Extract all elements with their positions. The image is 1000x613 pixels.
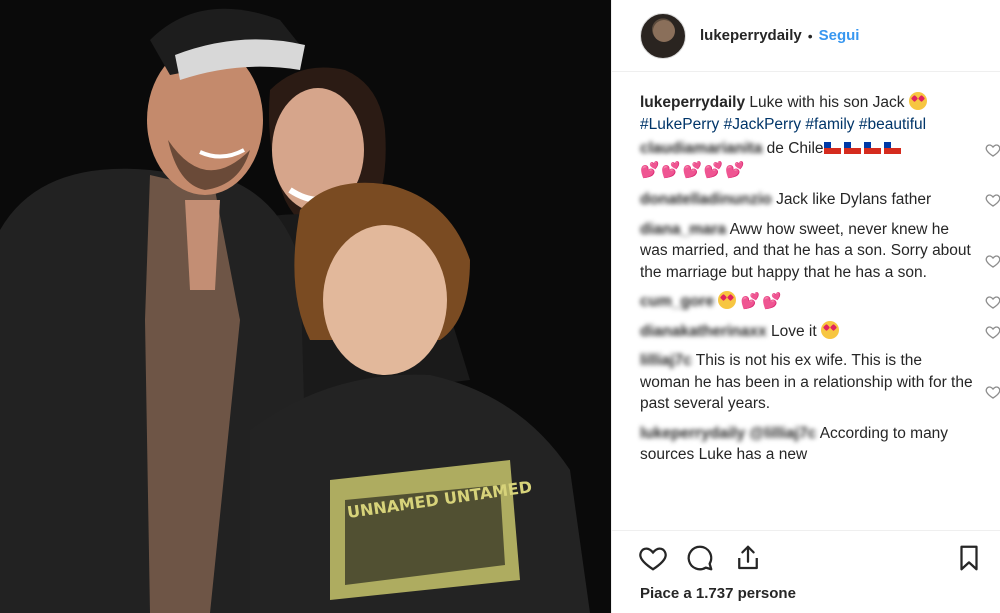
follow-button[interactable]: Segui xyxy=(819,27,860,44)
comment-item: diana_mara Aww how sweet, never knew he … xyxy=(640,219,1000,284)
comment-username[interactable]: diana_mara xyxy=(640,221,726,238)
post-photo[interactable]: UNNAMED UNTAMED xyxy=(0,0,611,613)
chile-flag-icon xyxy=(843,142,861,154)
bookmark-icon[interactable] xyxy=(954,543,984,573)
pink-hearts-emoji-icon: 💕💕 xyxy=(740,293,784,310)
comment-like-heart-icon[interactable] xyxy=(985,294,1000,310)
heart-icon[interactable] xyxy=(638,543,668,573)
post-actions: Piace a 1.737 persone xyxy=(612,530,1000,613)
comment-icon[interactable] xyxy=(685,543,715,573)
comment-like-heart-icon[interactable] xyxy=(985,192,1000,208)
heart-eyes-emoji-icon xyxy=(718,291,737,309)
pink-hearts-emoji-icon: 💕💕💕💕💕 xyxy=(640,161,747,179)
hashtag-lukeperry[interactable]: #LukePerry xyxy=(640,116,719,133)
hashtag-family[interactable]: #family xyxy=(805,116,854,133)
comment-like-heart-icon[interactable] xyxy=(985,142,1000,158)
comment-username[interactable]: claudiamarianita xyxy=(640,140,762,157)
chile-flag-icon xyxy=(823,142,841,154)
comment-item: lilliaj7c This is not his ex wife. This … xyxy=(640,350,1000,415)
hashtag-jackperry[interactable]: #JackPerry xyxy=(724,116,802,133)
likes-count[interactable]: Piace a 1.737 persone xyxy=(640,585,796,602)
comment-username[interactable]: lilliaj7c xyxy=(640,352,692,369)
comment-item: dianakatherinaxx Love it xyxy=(640,320,1000,343)
post-header: lukeperrydaily • Segui xyxy=(612,0,1000,72)
comment-text: Love it xyxy=(770,322,817,340)
comment-username[interactable]: dianakatherinaxx xyxy=(640,323,767,340)
caption-text: Luke with his son Jack xyxy=(749,94,905,111)
comment-item: claudiamarianita de Chile 💕💕💕💕💕 xyxy=(640,138,1000,181)
comment-username[interactable]: lukeperrydaily @lilliaj7c xyxy=(640,425,816,442)
post-caption: lukeperrydaily Luke with his son Jack #L… xyxy=(640,92,970,136)
post-side-panel: lukeperrydaily • Segui lukeperrydaily Lu… xyxy=(611,0,1000,613)
caption-username[interactable]: lukeperrydaily xyxy=(640,94,745,111)
comment-text: de Chile xyxy=(766,140,824,157)
chile-flag-icon xyxy=(883,142,901,154)
heart-eyes-emoji-icon xyxy=(908,92,927,114)
comment-item: lukeperrydaily @lilliaj7c According to m… xyxy=(640,423,975,466)
header-separator: • xyxy=(807,27,813,44)
comment-like-heart-icon[interactable] xyxy=(985,253,1000,269)
comment-like-heart-icon[interactable] xyxy=(985,324,1000,340)
comment-item: donatelladinunzio Jack like Dylans fathe… xyxy=(640,189,1000,211)
share-icon[interactable] xyxy=(733,543,763,573)
comment-username[interactable]: cum_gore xyxy=(640,293,714,310)
comment-text: Jack like Dylans father xyxy=(776,191,932,208)
action-icons xyxy=(638,543,984,575)
comment-item: cum_gore 💕💕 xyxy=(640,291,1000,313)
hashtag-beautiful[interactable]: #beautiful xyxy=(859,116,926,133)
heart-eyes-emoji-icon xyxy=(820,320,839,339)
comment-username[interactable]: donatelladinunzio xyxy=(640,191,772,208)
comment-like-heart-icon[interactable] xyxy=(985,384,1000,400)
chile-flag-icon xyxy=(863,142,881,154)
profile-avatar[interactable] xyxy=(640,12,686,59)
header-username[interactable]: lukeperrydaily xyxy=(700,27,802,44)
comments-list[interactable]: lukeperrydaily Luke with his son Jack #L… xyxy=(612,72,1000,530)
photo-illustration: UNNAMED UNTAMED xyxy=(0,0,611,613)
